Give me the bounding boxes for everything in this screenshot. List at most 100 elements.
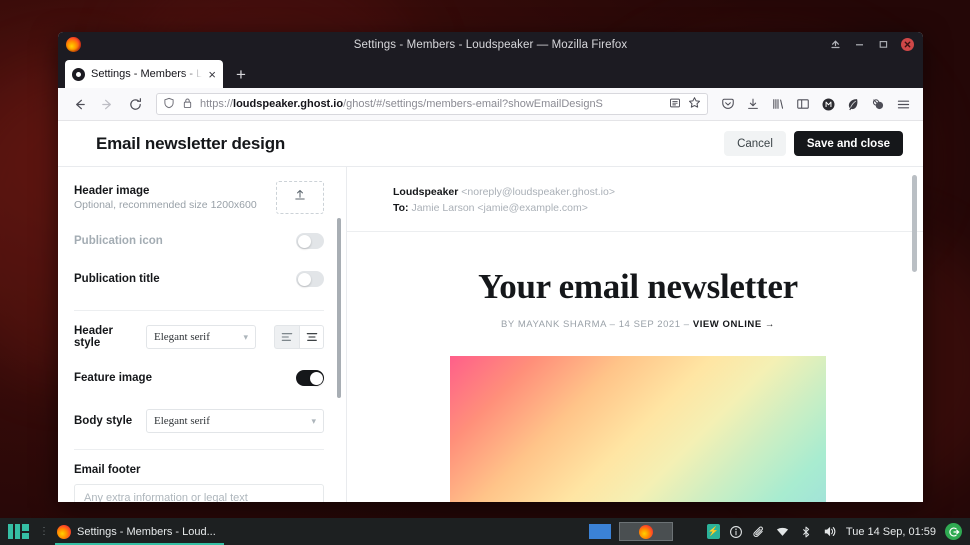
from-name: Loudspeaker — [393, 186, 459, 198]
ghost-admin-page: Email newsletter design Cancel Save and … — [58, 121, 923, 502]
volume-icon[interactable] — [822, 524, 837, 539]
body-style-label: Body style — [74, 415, 133, 427]
tab-strip: Settings - Members - Loud × + — [58, 57, 923, 88]
header-image-upload-button[interactable] — [276, 181, 324, 214]
taskbar: ⋮ Settings - Members - Loud... ⚡ Tue 14 … — [0, 518, 970, 545]
forward-button[interactable] — [94, 91, 120, 117]
url-text[interactable]: https://loudspeaker.ghost.io/ghost/#/set… — [200, 98, 662, 110]
publication-icon-label: Publication icon — [74, 235, 163, 247]
to-label: To: — [393, 201, 409, 214]
tab-close-icon[interactable]: × — [208, 68, 216, 81]
minimize-button[interactable] — [853, 38, 866, 51]
feature-image-toggle[interactable] — [296, 370, 324, 386]
shade-button[interactable] — [829, 38, 842, 51]
feature-image-row: Feature image — [74, 363, 324, 393]
back-button[interactable] — [66, 91, 92, 117]
extension-gray-icon[interactable] — [866, 92, 890, 116]
workspace-pager[interactable] — [588, 524, 611, 539]
reload-button[interactable] — [122, 91, 148, 117]
bluetooth-icon[interactable] — [799, 525, 813, 539]
byline-date: 14 SEP 2021 — [618, 318, 681, 330]
wifi-icon[interactable] — [775, 525, 790, 539]
favicon-icon — [72, 67, 85, 81]
newsletter-byline: BY MAYANK SHARMA – 14 SEP 2021 – VIEW ON… — [393, 319, 883, 330]
header-style-label: Header style — [74, 325, 113, 349]
window-titlebar[interactable]: Settings - Members - Loudspeaker — Mozil… — [58, 32, 923, 57]
logout-icon[interactable] — [945, 523, 962, 540]
firefox-icon — [638, 524, 653, 539]
library-icon[interactable] — [766, 92, 790, 116]
taskbar-window-button[interactable]: Settings - Members - Loud... — [55, 518, 224, 545]
taskbar-window-title: Settings - Members - Loud... — [77, 525, 216, 538]
manjaro-logo-icon[interactable] — [8, 524, 29, 539]
body-style-select[interactable]: Elegant serif ▾ — [146, 409, 324, 433]
header-style-row: Header style Elegant serif ▾ — [74, 325, 324, 349]
firefox-window: Settings - Members - Loudspeaker — Mozil… — [58, 32, 923, 502]
lock-icon — [182, 97, 193, 112]
byline-separator: – — [609, 318, 616, 330]
sidebar-icon[interactable] — [791, 92, 815, 116]
toggle-knob — [309, 371, 323, 385]
battery-icon[interactable]: ⚡ — [706, 524, 720, 539]
url-path: /ghost/#/settings/members-email?showEmai… — [343, 98, 603, 110]
app-menu-icon[interactable] — [891, 92, 915, 116]
navigation-toolbar: https://loudspeaker.ghost.io/ghost/#/set… — [58, 88, 923, 121]
publication-title-row: Publication title — [74, 264, 324, 294]
bookmark-star-icon[interactable] — [688, 96, 701, 112]
tab-title: Settings - Members - Loud — [91, 68, 203, 80]
download-icon[interactable] — [741, 92, 765, 116]
header-align-group — [274, 325, 324, 349]
view-online-link[interactable]: VIEW ONLINE → — [693, 319, 775, 330]
chevron-down-icon: ▾ — [243, 331, 248, 342]
firefox-icon — [57, 524, 71, 539]
email-footer-placeholder: Any extra information or legal text — [84, 492, 248, 502]
publication-icon-row: Publication icon — [74, 226, 324, 256]
modal-body: Header image Optional, recommended size … — [58, 167, 923, 502]
align-left-button[interactable] — [274, 325, 299, 349]
feature-image-label: Feature image — [74, 372, 152, 384]
firefox-logo-icon — [66, 37, 81, 52]
browser-tab-active[interactable]: Settings - Members - Loud × — [65, 60, 223, 88]
clipboard-icon[interactable] — [752, 525, 766, 539]
body-style-value: Elegant serif — [154, 415, 210, 427]
browser-toolbar-icons — [716, 92, 915, 116]
extension-green-icon[interactable] — [841, 92, 865, 116]
system-tray: ⚡ Tue 14 Sep, 01:59 — [706, 523, 970, 540]
window-thumbnail-button[interactable] — [618, 522, 673, 541]
task-list-handle[interactable]: ⋮ — [39, 526, 49, 537]
new-tab-button[interactable]: + — [236, 66, 246, 83]
publication-title-label: Publication title — [74, 273, 160, 285]
header-image-label: Header image — [74, 184, 150, 197]
info-icon[interactable] — [729, 525, 743, 539]
publication-icon-toggle[interactable] — [296, 233, 324, 249]
header-image-sublabel: Optional, recommended size 1200x600 — [74, 198, 257, 211]
preview-scrollbar[interactable] — [911, 167, 918, 502]
publication-title-toggle[interactable] — [296, 271, 324, 287]
scrollbar-thumb[interactable] — [912, 175, 917, 272]
pocket-icon[interactable] — [716, 92, 740, 116]
to-value: Jamie Larson <jamie@example.com> — [411, 201, 588, 214]
email-footer-group: Email footer Any extra information or le… — [74, 450, 324, 502]
byline-author: BY MAYANK SHARMA — [501, 318, 607, 330]
window-title: Settings - Members - Loudspeaker — Mozil… — [353, 38, 628, 51]
workspace-1[interactable] — [588, 524, 611, 539]
identity-group: Header image Optional, recommended size … — [74, 167, 324, 311]
extension-dark-icon[interactable] — [816, 92, 840, 116]
align-center-button[interactable] — [299, 325, 324, 349]
save-and-close-button[interactable]: Save and close — [793, 131, 903, 156]
scrollbar-thumb[interactable] — [337, 218, 341, 398]
clock[interactable]: Tue 14 Sep, 01:59 — [846, 526, 936, 538]
maximize-button[interactable] — [877, 38, 890, 51]
url-bar[interactable]: https://loudspeaker.ghost.io/ghost/#/set… — [156, 93, 708, 115]
newsletter-title: Your email newsletter — [478, 266, 798, 306]
body-style-row: Body style Elegant serif ▾ — [74, 409, 324, 433]
header-style-select[interactable]: Elegant serif ▾ — [146, 325, 256, 349]
reader-mode-icon[interactable] — [669, 97, 681, 112]
settings-panel: Header image Optional, recommended size … — [58, 167, 347, 502]
cancel-button[interactable]: Cancel — [724, 131, 786, 156]
email-footer-input[interactable]: Any extra information or legal text — [74, 484, 324, 502]
modal-actions: Cancel Save and close — [724, 131, 903, 156]
close-button[interactable] — [901, 38, 914, 51]
settings-scrollbar[interactable] — [336, 167, 342, 502]
window-controls — [829, 38, 923, 51]
